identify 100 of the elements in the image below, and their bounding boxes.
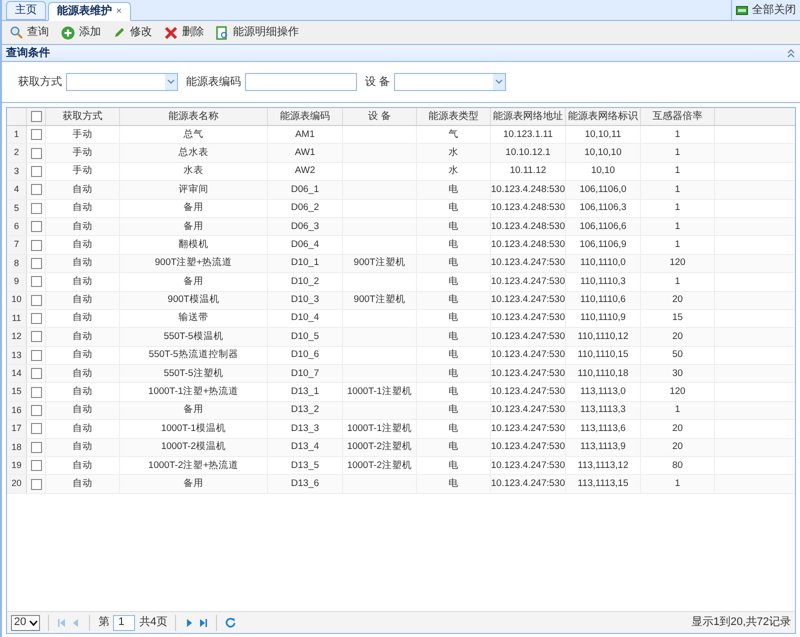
column-header[interactable]: 能源表名称 [120, 108, 268, 125]
row-checkbox[interactable] [30, 221, 42, 232]
table-cell: 1000T-2模温机 [161, 440, 226, 454]
table-cell: 110,1110,3 [580, 274, 626, 289]
table-cell-text: 手动 [72, 146, 92, 160]
table-cell: 电 [448, 385, 458, 400]
row-checkbox[interactable] [30, 166, 42, 177]
row-checkbox[interactable] [30, 386, 42, 398]
last-page-icon[interactable] [198, 618, 208, 628]
row-number: 20 [7, 475, 27, 493]
filter-label: 能源表编码 [186, 74, 241, 90]
toolbar-button[interactable]: 能源明细操作 [216, 24, 299, 41]
table-cell-text: 10.123.4.247:530 [491, 330, 565, 344]
next-page-icon[interactable] [184, 618, 194, 628]
table-cell-text: 10.123.4.247:530 [491, 422, 565, 436]
table-cell: 1000T-2注塑机 [347, 440, 412, 454]
column-header[interactable]: 能源表网络标识 [566, 108, 641, 125]
table-cell: 评审间 [178, 182, 208, 197]
table-cell-text: 总水表 [178, 146, 208, 160]
table-cell: 电 [448, 293, 458, 308]
table-cell: 1 [674, 274, 680, 289]
collapse-icon[interactable] [786, 48, 796, 58]
row-checkbox[interactable] [30, 442, 42, 453]
column-header[interactable]: 获取方式 [46, 108, 120, 125]
table-cell-text: 水 [448, 164, 458, 178]
table-cell-text: 自动 [72, 238, 92, 252]
table-cell: 备用 [184, 201, 204, 216]
table-cell-text: 10.123.4.247:530 [491, 256, 565, 270]
table-cell: D13_5 [291, 458, 319, 473]
row-checkbox[interactable] [30, 423, 42, 434]
table-cell-text: D13_3 [291, 422, 319, 436]
toolbar-button[interactable]: 删除 [164, 24, 204, 41]
column-header[interactable]: 能源表网络地址 [491, 108, 566, 125]
row-checkbox[interactable] [30, 129, 42, 140]
row-checkbox[interactable] [30, 294, 42, 306]
filter-label: 设 备 [365, 74, 390, 90]
table-cell-text: D06_4 [291, 238, 319, 252]
row-checkbox[interactable] [30, 148, 42, 159]
row-checkbox[interactable] [30, 202, 42, 214]
column-header[interactable]: 能源表编码 [268, 108, 343, 125]
input-field[interactable] [245, 73, 357, 91]
table-cell-text: AW1 [294, 146, 316, 160]
row-number: 17 [7, 420, 27, 438]
row-number: 18 [7, 438, 27, 456]
toolbar-button[interactable]: 添加 [61, 24, 101, 41]
table-cell-text: 1 [674, 146, 680, 160]
page-size-select[interactable]: 20 [11, 614, 40, 630]
column-header[interactable]: 能源表类型 [417, 108, 491, 125]
table-cell-text: D13_6 [291, 476, 319, 491]
pencil-icon [113, 26, 126, 39]
table-cell-text: AW2 [294, 164, 316, 178]
row-checkbox[interactable] [30, 276, 42, 288]
table-cell-text: 110,1110,0 [580, 256, 626, 270]
table-cell-text: 自动 [72, 256, 92, 270]
table-cell-text: 113,1113,6 [580, 422, 626, 436]
table-cell: 10.123.4.247:530 [491, 274, 565, 289]
table-cell: 20 [672, 293, 683, 308]
row-checkbox[interactable] [30, 184, 42, 196]
row-number: 9 [7, 273, 27, 291]
page-input[interactable]: 1 [113, 614, 136, 630]
table-cell: 自动 [72, 458, 92, 473]
select-all-checkbox[interactable] [30, 111, 42, 122]
row-checkbox[interactable] [30, 478, 42, 490]
table-cell-text: 550T-5模温机 [164, 330, 224, 344]
table-cell-text: 翻模机 [178, 238, 208, 252]
table-cell: D06_2 [291, 201, 319, 216]
row-number: 10 [7, 292, 27, 309]
dropdown-field[interactable] [66, 73, 178, 91]
table-cell: 电 [448, 274, 458, 289]
tab[interactable]: 主页 [6, 1, 46, 20]
toolbar-button[interactable]: 查询 [10, 24, 49, 41]
table-cell: 1000T-1注塑+热流道 [148, 385, 239, 400]
row-number: 14 [7, 365, 27, 382]
table-cell: 1000T-2注塑+热流道 [148, 458, 239, 473]
row-checkbox[interactable] [30, 460, 42, 472]
row-number: 13 [7, 346, 27, 364]
row-checkbox[interactable] [30, 368, 42, 380]
table-cell: 10.123.4.248:530 [491, 201, 565, 216]
row-checkbox[interactable] [30, 313, 42, 324]
toolbar-button[interactable]: 修改 [113, 24, 152, 41]
row-checkbox[interactable] [30, 240, 42, 251]
table-cell: 1 [674, 220, 680, 234]
row-checkbox[interactable] [30, 405, 42, 416]
close-icon[interactable]: × [116, 4, 122, 19]
row-checkbox[interactable] [30, 350, 42, 361]
table-cell: D13_4 [291, 440, 319, 454]
table-cell-text: D10_1 [291, 256, 319, 270]
row-number: 7 [7, 236, 27, 254]
column-header[interactable]: 设 备 [343, 108, 417, 125]
row-checkbox[interactable] [30, 258, 42, 269]
column-header[interactable]: 互感器倍率 [641, 108, 715, 125]
page-summary: 显示1到20,共72记录 [691, 615, 791, 630]
refresh-icon[interactable] [225, 617, 236, 628]
tab[interactable]: 能源表维护 × [48, 2, 131, 21]
dropdown-field[interactable] [394, 73, 506, 91]
table-cell-text: 120 [670, 256, 686, 270]
cross-icon [164, 26, 178, 40]
table-cell-text: 900T注塑+热流道 [154, 256, 232, 270]
table-cell: 电 [448, 182, 458, 197]
row-checkbox[interactable] [30, 331, 42, 342]
